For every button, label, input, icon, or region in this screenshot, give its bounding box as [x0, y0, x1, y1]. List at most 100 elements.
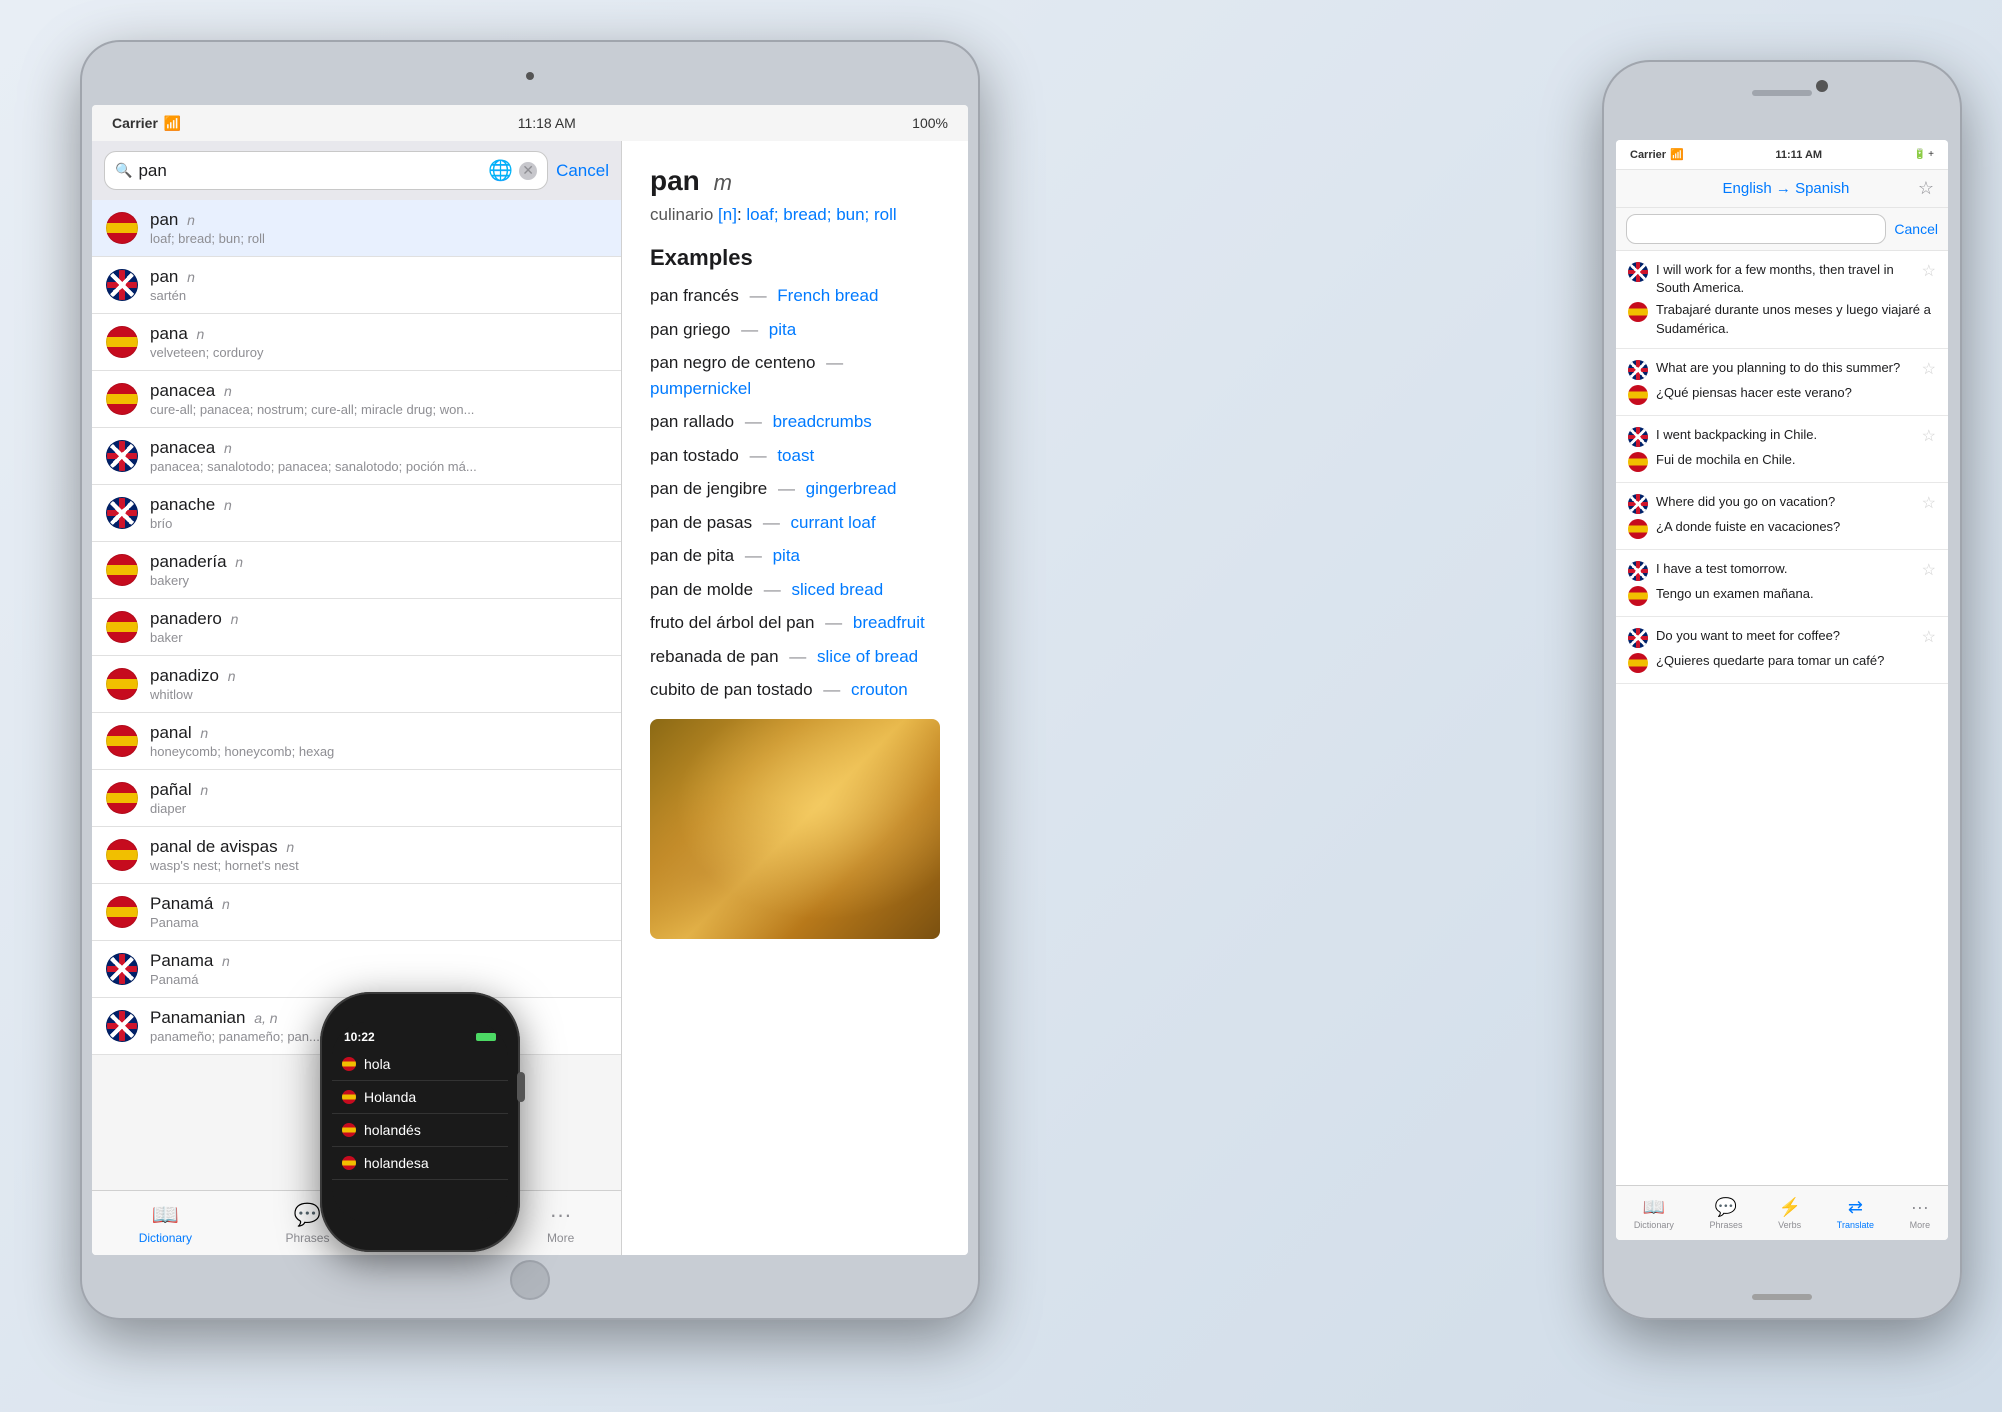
dict-list-item[interactable]: pañal n diaper	[92, 770, 621, 827]
phrase-es-flag	[1628, 519, 1648, 539]
clear-button[interactable]: ✕	[519, 162, 537, 180]
iphone-search-bar: Cancel	[1616, 208, 1948, 251]
iphone-status-bar: Carrier 📶 11:11 AM 🔋 +	[1616, 140, 1948, 170]
search-icon: 🔍	[115, 162, 132, 179]
dict-list-item[interactable]: panadizo n whitlow	[92, 656, 621, 713]
example-row: pan rallado — breadcrumbs	[650, 409, 940, 435]
dict-list-item[interactable]: Panama n Panamá	[92, 941, 621, 998]
cancel-button[interactable]: Cancel	[556, 161, 609, 181]
iphone-favorite-button[interactable]: ☆	[1918, 178, 1934, 199]
dict-list-item[interactable]: panacea n panacea; sanalotodo; panacea; …	[92, 428, 621, 485]
example-src: pan tostado	[650, 446, 739, 465]
phrase-es-flag	[1628, 586, 1648, 606]
example-row: pan de jengibre — gingerbread	[650, 476, 940, 502]
search-bar: 🔍 🌐 ✕ Cancel	[92, 141, 621, 200]
example-row: pan negro de centeno — pumpernickel	[650, 350, 940, 401]
watch-screen: 10:22 hola Holanda holandésholandesa	[332, 1022, 508, 1222]
item-word: pana n	[150, 324, 607, 344]
iphone-home-indicator[interactable]	[1752, 1294, 1812, 1300]
item-def: velveteen; corduroy	[150, 345, 607, 360]
watch-list-item[interactable]: holandés	[332, 1114, 508, 1147]
dict-list-item[interactable]: panadería n bakery	[92, 542, 621, 599]
dict-list-item[interactable]: panadero n baker	[92, 599, 621, 656]
dict-list-item[interactable]: pana n velveteen; corduroy	[92, 314, 621, 371]
watch-time: 10:22	[344, 1030, 375, 1044]
phrase-pair[interactable]: What are you planning to do this summer?…	[1616, 349, 1948, 416]
more-tab-label: More	[547, 1231, 574, 1245]
dict-list-item[interactable]: panal n honeycomb; honeycomb; hexag	[92, 713, 621, 770]
tab-more[interactable]: ··· More	[527, 1202, 594, 1245]
item-def: Panama	[150, 915, 607, 930]
phrase-star-button[interactable]: ☆	[1922, 627, 1936, 647]
example-row: cubito de pan tostado — crouton	[650, 677, 940, 703]
ipad-status-bar: Carrier 📶 11:18 AM 100%	[92, 105, 968, 141]
phrase-star-button[interactable]: ☆	[1922, 359, 1936, 379]
search-input[interactable]	[138, 161, 482, 181]
example-src: pan de pita	[650, 546, 734, 565]
example-tgt: crouton	[851, 680, 908, 699]
ipad-time: 11:18 AM	[518, 115, 576, 131]
iphone-camera	[1816, 80, 1828, 92]
phrase-pair[interactable]: I went backpacking in Chile. ☆ Fui de mo…	[1616, 416, 1948, 483]
iphone-translate-icon: ⇄	[1848, 1197, 1863, 1218]
dict-list-item[interactable]: panacea n cure-all; panacea; nostrum; cu…	[92, 371, 621, 428]
globe-icon[interactable]: 🌐	[488, 158, 513, 183]
item-word: panadizo n	[150, 666, 607, 686]
phrase-pair[interactable]: I will work for a few months, then trave…	[1616, 251, 1948, 349]
dict-list-item[interactable]: panache n brío	[92, 485, 621, 542]
watch-list-item[interactable]: holandesa	[332, 1147, 508, 1180]
watch-list-item[interactable]: Holanda	[332, 1081, 508, 1114]
example-src: fruto del árbol del pan	[650, 613, 814, 632]
iphone-tab-verbs[interactable]: ⚡ Verbs	[1778, 1197, 1801, 1230]
iphone-phrases-icon: 💬	[1715, 1197, 1737, 1218]
item-pos: n	[231, 611, 239, 627]
dict-list-item[interactable]: Panamá n Panama	[92, 884, 621, 941]
phrase-star-button[interactable]: ☆	[1922, 560, 1936, 580]
iphone-verbs-icon: ⚡	[1778, 1197, 1800, 1218]
watch-list[interactable]: hola Holanda holandésholandesa	[332, 1048, 508, 1180]
example-tgt: French bread	[777, 286, 878, 305]
ipad-device: Carrier 📶 11:18 AM 100% 🔍 🌐 ✕ Cancel	[80, 40, 980, 1320]
phrase-pair[interactable]: I have a test tomorrow. ☆ Tengo un exame…	[1616, 550, 1948, 617]
phrase-pair[interactable]: Do you want to meet for coffee? ☆ ¿Quier…	[1616, 617, 1948, 684]
iphone-tab-translate[interactable]: ⇄ Translate	[1837, 1197, 1874, 1230]
phrase-en-row: Do you want to meet for coffee? ☆	[1628, 627, 1936, 648]
tab-dictionary[interactable]: 📖 Dictionary	[119, 1202, 212, 1245]
watch-list-item[interactable]: hola	[332, 1048, 508, 1081]
iphone-search-input[interactable]	[1626, 214, 1886, 244]
iphone-phrases-list[interactable]: I will work for a few months, then trave…	[1616, 251, 1948, 1185]
phrase-star-button[interactable]: ☆	[1922, 261, 1936, 281]
phrase-star-button[interactable]: ☆	[1922, 493, 1936, 513]
iphone-tab-more[interactable]: ··· More	[1910, 1197, 1931, 1230]
item-def: loaf; bread; bun; roll	[150, 231, 607, 246]
phrase-en-flag	[1628, 561, 1648, 581]
iphone-screen: Carrier 📶 11:11 AM 🔋 + English → Spanish…	[1616, 140, 1948, 1240]
search-input-wrap[interactable]: 🔍 🌐 ✕	[104, 151, 548, 190]
phrase-en-row: I have a test tomorrow. ☆	[1628, 560, 1936, 581]
item-word: panadería n	[150, 552, 607, 572]
phrase-pair[interactable]: Where did you go on vacation? ☆ ¿A donde…	[1616, 483, 1948, 550]
iphone-battery: 🔋 +	[1914, 149, 1934, 160]
iphone-carrier: Carrier 📶	[1630, 148, 1684, 161]
dict-list-item[interactable]: panal de avispas n wasp's nest; hornet's…	[92, 827, 621, 884]
watch-word: Holanda	[364, 1089, 416, 1105]
ipad-home-button[interactable]	[510, 1260, 550, 1300]
item-def: baker	[150, 630, 607, 645]
example-dash: —	[740, 546, 766, 565]
iphone-tab-dictionary[interactable]: 📖 Dictionary	[1634, 1197, 1674, 1230]
iphone-tab-phrases[interactable]: 💬 Phrases	[1709, 1197, 1742, 1230]
phrase-star-button[interactable]: ☆	[1922, 426, 1936, 446]
example-row: pan de molde — sliced bread	[650, 577, 940, 603]
phrase-es-flag	[1628, 302, 1648, 322]
dict-list-item[interactable]: pan n sartén	[92, 257, 621, 314]
iphone-phrases-label: Phrases	[1709, 1220, 1742, 1230]
dict-list-item[interactable]: pan n loaf; bread; bun; roll	[92, 200, 621, 257]
wifi-icon: 📶	[164, 115, 181, 132]
example-tgt: sliced bread	[791, 580, 883, 599]
item-def: sartén	[150, 288, 607, 303]
item-pos: a, n	[254, 1010, 277, 1026]
item-word: panacea n	[150, 381, 607, 401]
iphone-cancel-button[interactable]: Cancel	[1894, 221, 1938, 237]
phrases-tab-icon: 💬	[294, 1202, 321, 1228]
watch-crown[interactable]	[517, 1072, 525, 1102]
